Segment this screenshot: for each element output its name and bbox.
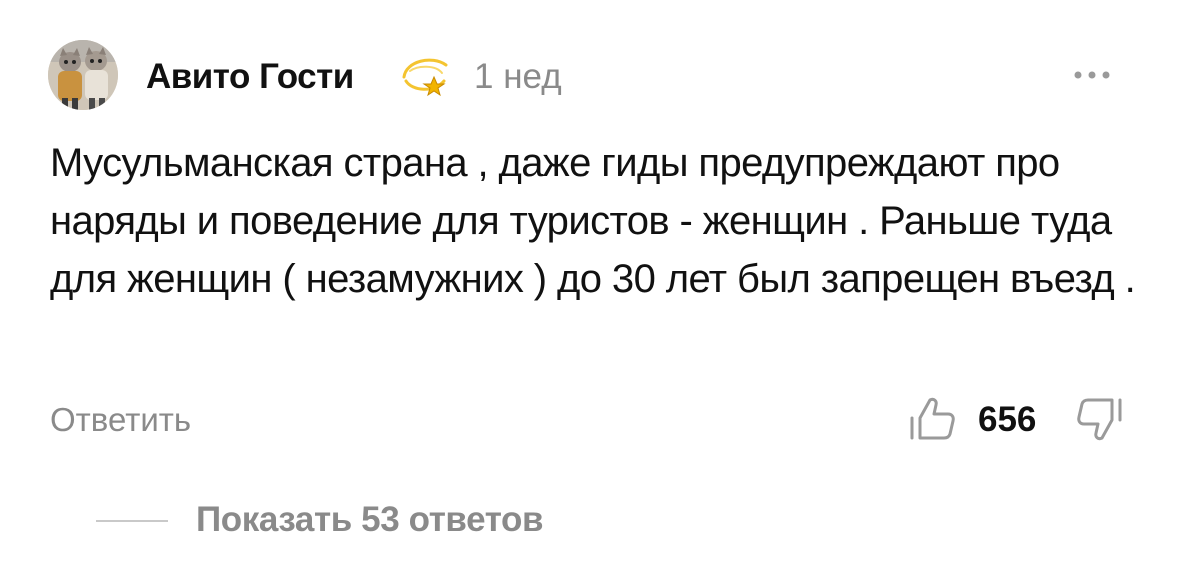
avatar-image — [48, 40, 118, 110]
comment-text: Мусульманская страна , даже гиды предупр… — [50, 141, 1136, 301]
comment-card: Авито Гости 1 нед Мусульманская страна ,… — [0, 0, 1179, 581]
avatar[interactable] — [48, 40, 118, 110]
like-count: 656 — [978, 400, 1037, 439]
reply-button[interactable]: Ответить — [50, 398, 191, 442]
replies-divider — [96, 520, 168, 522]
dizzy-star-icon — [396, 47, 456, 107]
thumbs-up-icon[interactable] — [906, 392, 960, 446]
show-replies-button[interactable]: Показать 53 ответов — [196, 498, 543, 542]
thumbs-down-icon[interactable] — [1072, 392, 1126, 446]
author-name[interactable]: Авито Гости — [146, 55, 354, 99]
more-dots-icon[interactable] — [1066, 60, 1126, 90]
comment-time: 1 нед — [474, 57, 562, 96]
